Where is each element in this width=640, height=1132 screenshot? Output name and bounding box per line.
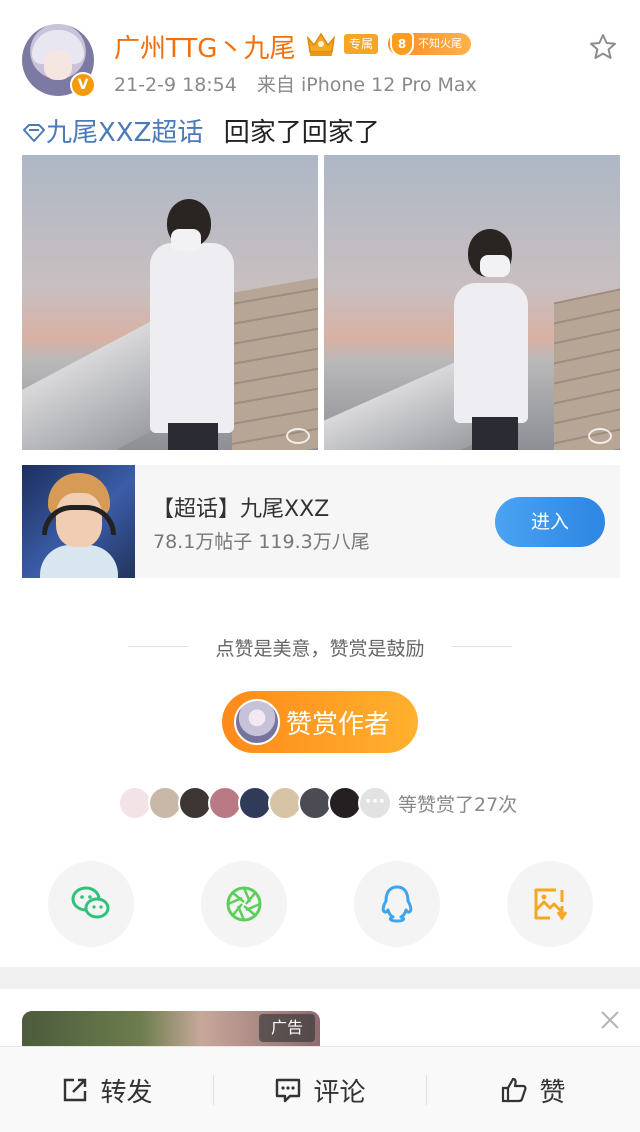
supporters-text: 等赞赏了27次 — [398, 794, 518, 816]
more-dots-icon: ··· — [358, 786, 392, 820]
reward-button-label: 赞赏作者 — [286, 709, 391, 740]
reward-tip: 点赞是美意，赞赏是鼓励 — [215, 638, 425, 660]
section-divider — [0, 967, 640, 989]
supporter-avatar — [148, 786, 182, 820]
supporter-avatar — [208, 786, 242, 820]
stone-wall — [554, 287, 620, 450]
exclusive-tag: 专属 — [344, 34, 379, 54]
author-mini-avatar — [234, 699, 280, 745]
crown-icon — [306, 32, 336, 56]
reward-author-button[interactable]: 赞赏作者 — [222, 691, 418, 753]
supporter-avatar — [298, 786, 332, 820]
bottom-action-bar: 转发 评论 赞 — [0, 1046, 640, 1132]
comment-button[interactable]: 评论 — [213, 1047, 426, 1132]
post-photo-2[interactable] — [324, 155, 620, 450]
fan-level: 8 — [390, 31, 414, 57]
supporter-avatar — [238, 786, 272, 820]
fan-badge[interactable]: 8 不知火尾 — [388, 31, 471, 57]
post-source: 来自 iPhone 12 Pro Max — [256, 74, 477, 96]
supertopic-card[interactable]: 【超话】九尾XXZ 78.1万帖子 119.3万八尾 进入 — [22, 465, 620, 578]
supertopic-thumbnail — [22, 465, 135, 578]
post-timestamp: 21-2-9 18:54 — [114, 74, 237, 96]
post-body: 回家了回家了 — [223, 118, 380, 148]
save-image-button[interactable] — [507, 861, 593, 947]
repost-label: 转发 — [100, 1077, 153, 1108]
like-button[interactable]: 赞 — [426, 1047, 639, 1132]
enter-button[interactable]: 进入 — [495, 497, 605, 547]
like-label: 赞 — [539, 1077, 566, 1108]
supporter-avatar — [118, 786, 152, 820]
supporter-avatar — [268, 786, 302, 820]
repost-button[interactable]: 转发 — [0, 1047, 213, 1132]
supporter-avatar — [178, 786, 212, 820]
verified-badge-icon: V — [70, 72, 96, 98]
post-meta: 21-2-9 18:54 来自 iPhone 12 Pro Max — [114, 70, 477, 97]
moments-icon — [226, 886, 262, 922]
ad-label: 广告 — [259, 1014, 315, 1042]
qq-icon — [381, 885, 413, 923]
avatar-face — [44, 50, 72, 80]
repost-icon — [64, 1078, 87, 1102]
comment-label: 评论 — [313, 1077, 366, 1108]
share-qq-button[interactable] — [354, 861, 440, 947]
watermark-icon — [588, 428, 612, 444]
supporter-avatar — [328, 786, 362, 820]
fan-badge-name: 不知火尾 — [418, 37, 462, 50]
supertopic-stats: 78.1万帖子 119.3万八尾 — [153, 531, 370, 553]
share-wechat-button[interactable] — [48, 861, 134, 947]
post-photo-1[interactable] — [22, 155, 318, 450]
thumbs-up-icon — [502, 1077, 527, 1103]
post-text: 九尾XXZ超话 回家了回家了 — [22, 112, 380, 149]
topic-label: 九尾XXZ超话 — [46, 118, 204, 148]
share-moments-button[interactable] — [201, 861, 287, 947]
watermark-icon — [286, 428, 310, 444]
author-name[interactable]: 广州TTG丶九尾 — [114, 28, 295, 65]
save-image-icon — [534, 888, 568, 921]
topic-link[interactable]: 九尾XXZ超话 — [22, 118, 212, 148]
stone-wall — [232, 277, 318, 450]
favorite-star-icon[interactable] — [588, 32, 618, 62]
comment-icon — [276, 1078, 301, 1103]
supertopic-diamond-icon — [23, 124, 45, 142]
wechat-icon — [71, 886, 110, 919]
supertopic-title: 【超话】九尾XXZ — [152, 497, 330, 522]
close-icon[interactable] — [598, 1008, 622, 1032]
